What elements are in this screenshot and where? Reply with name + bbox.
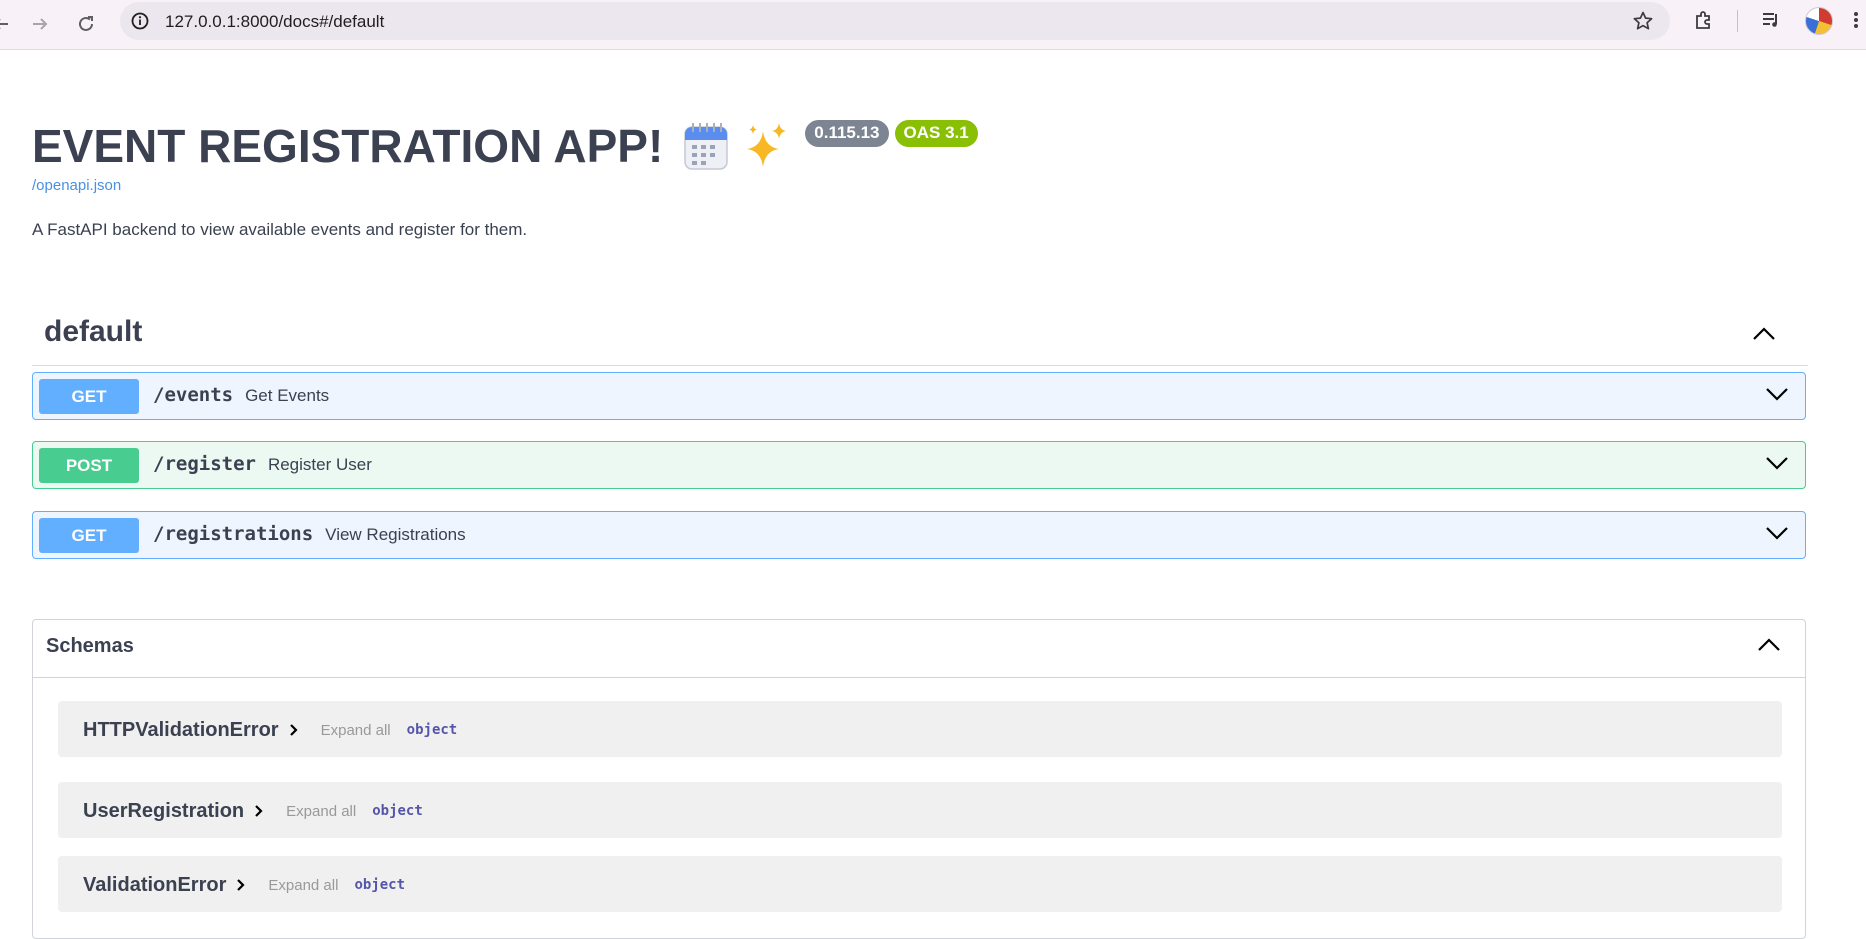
page-title: EVENT REGISTRATION APP!: [32, 120, 664, 172]
operation-get-events[interactable]: GET /events Get Events: [32, 372, 1806, 420]
calendar-emoji-icon: [683, 121, 729, 176]
tag-section-default[interactable]: default: [32, 311, 1808, 366]
openapi-json-link[interactable]: /openapi.json: [32, 177, 121, 194]
method-badge[interactable]: POST: [39, 448, 139, 483]
schema-model[interactable]: UserRegistration Expand all object: [58, 782, 1782, 838]
back-arrow-icon[interactable]: [0, 9, 16, 39]
schema-model[interactable]: HTTPValidationError Expand all object: [58, 701, 1782, 757]
expand-all-button[interactable]: Expand all: [286, 803, 356, 820]
media-controls-icon[interactable]: [1760, 9, 1782, 36]
reload-icon[interactable]: [71, 9, 101, 39]
schemas-section: Schemas HTTPValidationError Expand all o…: [32, 619, 1806, 939]
operation-summary: Get Events: [245, 386, 330, 405]
chevron-up-icon[interactable]: [1757, 636, 1781, 657]
operation-path[interactable]: /events Get Events: [153, 384, 329, 406]
schemas-header[interactable]: Schemas: [33, 620, 1805, 678]
extensions-icon[interactable]: [1693, 9, 1715, 36]
profile-avatar[interactable]: [1805, 7, 1833, 35]
schema-model[interactable]: ValidationError Expand all object: [58, 856, 1782, 912]
operation-get-registrations[interactable]: GET /registrations View Registrations: [32, 511, 1806, 559]
api-description: A FastAPI backend to view available even…: [32, 220, 528, 239]
expand-all-button[interactable]: Expand all: [268, 877, 338, 894]
operation-path[interactable]: /register Register User: [153, 453, 372, 475]
schemas-title[interactable]: Schemas: [46, 635, 134, 658]
chevron-down-icon[interactable]: [1765, 386, 1789, 407]
sparkles-emoji-icon: [743, 121, 791, 174]
chevron-right-icon[interactable]: [254, 801, 264, 824]
schema-model-header[interactable]: HTTPValidationError Expand all object: [83, 717, 457, 743]
operation-summary: Register User: [267, 455, 372, 474]
schema-type: object: [406, 722, 458, 738]
chevron-down-icon[interactable]: [1765, 455, 1789, 476]
schema-model-header[interactable]: ValidationError Expand all object: [83, 872, 405, 898]
browser-toolbar: 127.0.0.1:8000/docs#/default: [0, 0, 1866, 50]
site-info-icon[interactable]: [130, 11, 150, 36]
schema-model-name[interactable]: HTTPValidationError: [83, 719, 279, 742]
url-text[interactable]: 127.0.0.1:8000/docs#/default: [165, 12, 384, 32]
chevron-down-icon[interactable]: [1765, 525, 1789, 546]
bookmark-star-icon[interactable]: [1632, 10, 1654, 37]
schema-model-name[interactable]: UserRegistration: [83, 800, 244, 823]
operation-post-register[interactable]: POST /register Register User: [32, 441, 1806, 489]
forward-arrow-icon[interactable]: [25, 9, 55, 39]
method-badge[interactable]: GET: [39, 518, 139, 553]
chevron-up-icon[interactable]: [1752, 325, 1776, 346]
address-bar[interactable]: 127.0.0.1:8000/docs#/default: [120, 2, 1670, 40]
method-badge[interactable]: GET: [39, 379, 139, 414]
schema-model-name[interactable]: ValidationError: [83, 874, 226, 897]
oas-badge: OAS 3.1: [894, 120, 978, 147]
toolbar-divider: [1737, 10, 1738, 32]
operation-summary: View Registrations: [325, 525, 466, 544]
chrome-menu-icon[interactable]: [1852, 9, 1860, 36]
tag-title[interactable]: default: [44, 315, 142, 349]
version-badge: 0.115.13: [805, 120, 889, 147]
schema-type: object: [354, 877, 406, 893]
chevron-right-icon[interactable]: [289, 720, 299, 743]
schema-type: object: [372, 803, 423, 819]
api-info-header: EVENT REGISTRATION APP! 0.115.13 OAS 3.1: [32, 115, 978, 177]
schema-model-header[interactable]: UserRegistration Expand all object: [83, 798, 423, 824]
expand-all-button[interactable]: Expand all: [321, 722, 391, 739]
chevron-right-icon[interactable]: [236, 875, 246, 898]
operation-path[interactable]: /registrations View Registrations: [153, 523, 466, 545]
